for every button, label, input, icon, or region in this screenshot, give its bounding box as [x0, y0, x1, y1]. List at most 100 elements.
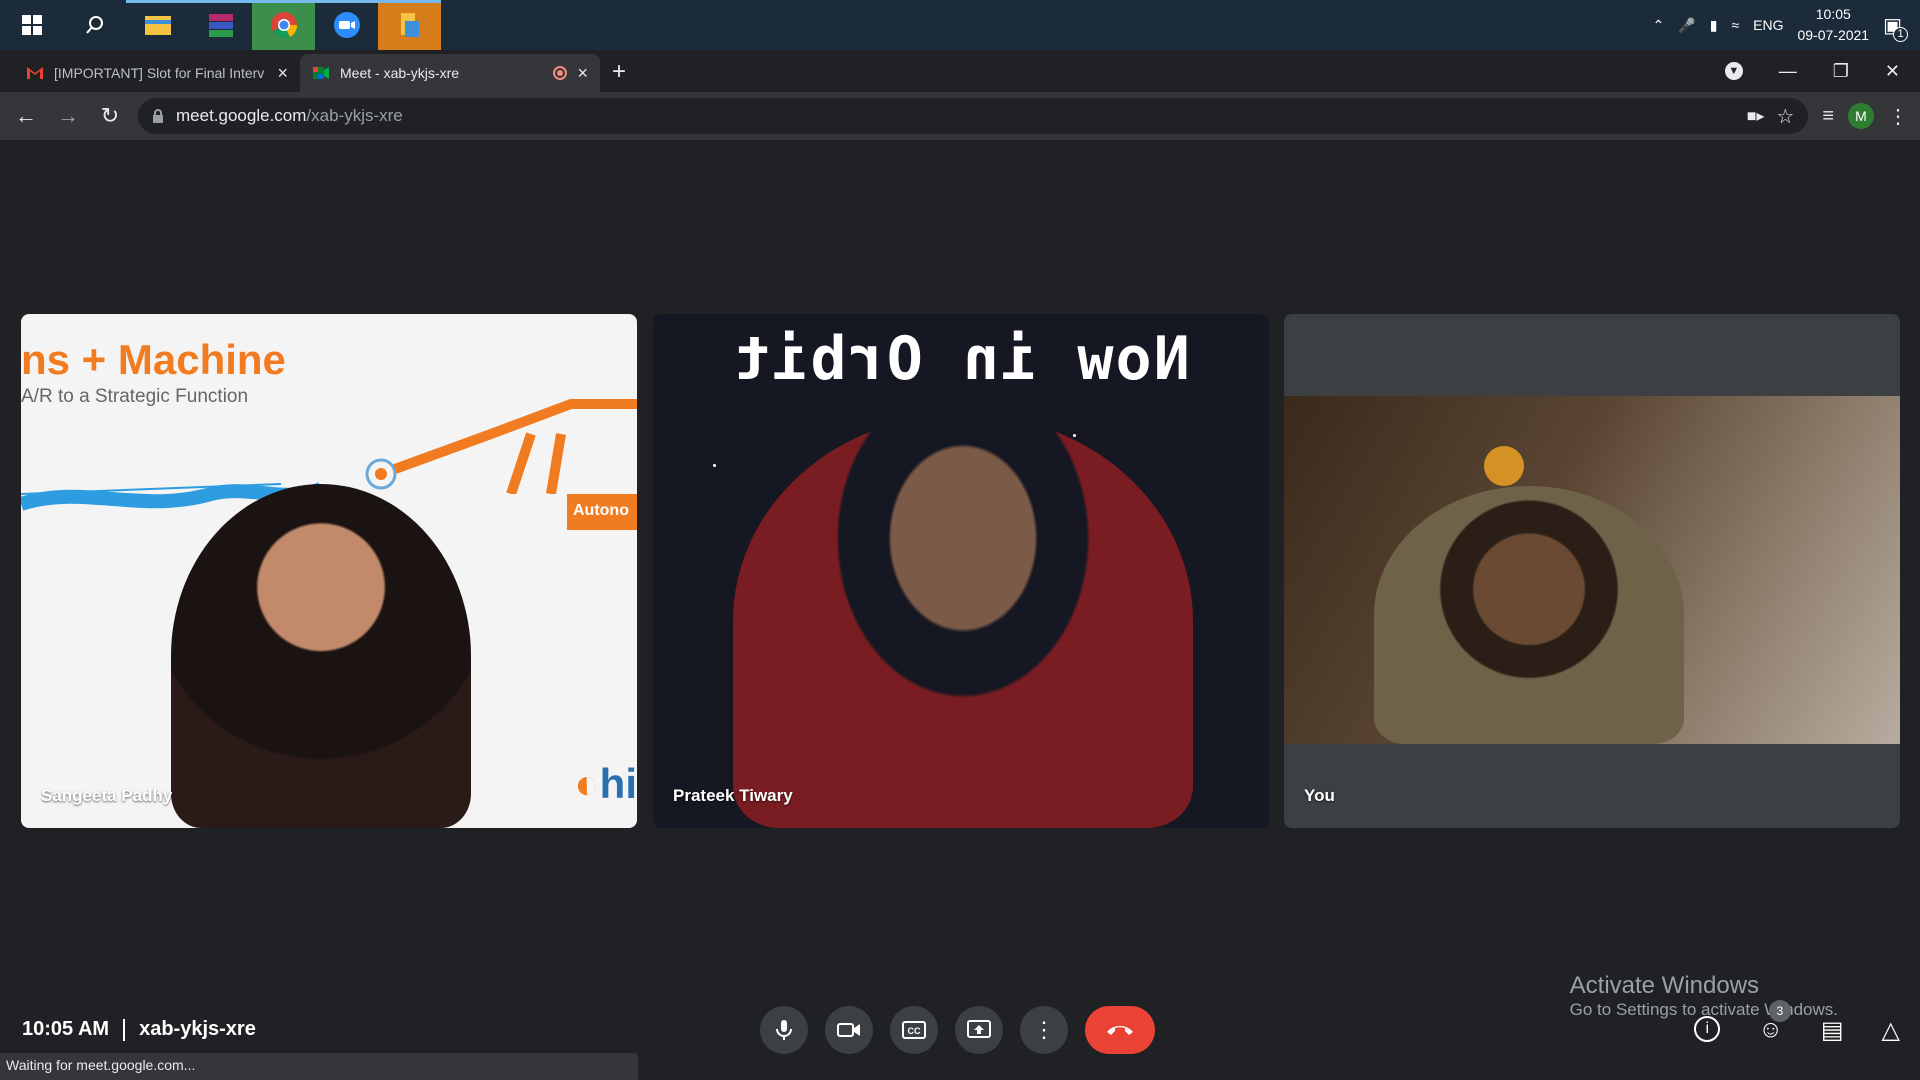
new-tab-button[interactable]: + [612, 58, 626, 86]
pinned-app-button[interactable] [378, 0, 441, 50]
participant-name: Sangeeta Padhy [41, 786, 173, 805]
microphone-icon[interactable]: 🎤 [1678, 17, 1695, 34]
tab-title: [IMPORTANT] Slot for Final Interv [54, 65, 265, 81]
self-video [1284, 396, 1900, 744]
zoom-button[interactable] [315, 0, 378, 50]
microphone-button[interactable] [760, 1006, 808, 1054]
meeting-code: xab-ykjs-xre [139, 1018, 256, 1040]
document-app-icon [400, 13, 419, 37]
file-explorer-button[interactable] [126, 0, 189, 50]
lamp-glow [1484, 446, 1524, 486]
people-count-badge: 3 [1768, 1000, 1791, 1022]
minimize-icon[interactable]: — [1779, 61, 1797, 82]
notification-count: 1 [1893, 26, 1908, 42]
captions-icon: CC [902, 1021, 926, 1039]
gmail-icon [27, 67, 43, 79]
clock-date: 09-07-2021 [1797, 27, 1870, 43]
camera-in-use-icon[interactable]: ■▸ [1747, 106, 1765, 126]
divider [123, 1018, 126, 1041]
participant-video-person [733, 414, 1193, 828]
search-button[interactable] [63, 0, 126, 50]
star [713, 464, 716, 467]
logo-text: hi [599, 760, 637, 807]
participant-name: You [1304, 786, 1335, 805]
start-button[interactable] [0, 0, 63, 50]
lock-icon [153, 109, 163, 123]
recording-indicator-icon [553, 66, 568, 80]
meet-icon [313, 67, 329, 79]
window-controls: ▼ — ❐ ✕ [1724, 50, 1920, 92]
hang-up-icon [1107, 1026, 1133, 1035]
close-tab-icon[interactable]: × [577, 63, 588, 84]
zoom-icon [333, 12, 360, 38]
tab-search-icon[interactable]: ▼ [1724, 62, 1743, 80]
company-logo: ◐hi [574, 760, 637, 807]
close-tab-icon[interactable]: × [277, 63, 288, 84]
participant-tile[interactable]: ns + Machine A/R to a Strategic Function… [21, 314, 637, 828]
reload-icon[interactable]: ↻ [96, 103, 124, 129]
url-bar[interactable]: meet.google.com/xab-ykjs-xre ■▸ ☆ [138, 98, 1809, 134]
microphone-icon [776, 1020, 792, 1040]
search-icon [85, 16, 103, 34]
clock-time: 10:05 [1815, 6, 1851, 22]
leave-call-button[interactable] [1085, 1006, 1155, 1054]
winrar-button[interactable] [189, 0, 252, 50]
more-options-button[interactable]: ⋮ [1020, 1006, 1068, 1054]
windows-icon [21, 15, 42, 35]
browser-tab-bar: [IMPORTANT] Slot for Final Interv × Meet… [0, 50, 1920, 92]
back-arrow-icon[interactable]: ← [12, 103, 40, 129]
chrome-button[interactable] [252, 0, 315, 50]
url-host: meet.google.com [176, 106, 307, 125]
forward-arrow-icon[interactable]: → [54, 103, 82, 129]
call-controls: CC ⋮ [760, 1006, 1155, 1054]
participant-name: Prateek Tiwary [673, 786, 793, 805]
profile-avatar[interactable]: M [1848, 103, 1874, 129]
folder-icon [144, 16, 171, 35]
address-toolbar: ← → ↻ meet.google.com/xab-ykjs-xre ■▸ ☆ … [0, 92, 1920, 140]
meeting-info: 10:05 AM xab-ykjs-xre [22, 1018, 256, 1041]
side-panel-controls: i ☺ 3 ▤ △ [1694, 1000, 1900, 1045]
windows-taskbar: ⌃ 🎤 ▮ ≈ ENG 10:05 09-07-2021 ▣ 1 [0, 0, 1920, 50]
people-icon[interactable]: ☺ 3 [1758, 1000, 1791, 1045]
captions-button[interactable]: CC [890, 1006, 938, 1054]
video-camera-icon [837, 1023, 860, 1037]
restore-icon[interactable]: ❐ [1833, 61, 1849, 82]
svg-text:CC: CC [908, 1026, 921, 1036]
participant-tile-self[interactable]: You [1284, 314, 1900, 828]
battery-icon[interactable]: ▮ [1710, 17, 1718, 34]
meeting-details-icon[interactable]: i [1694, 1016, 1721, 1042]
activities-icon[interactable]: △ [1882, 1016, 1900, 1045]
tab-gmail[interactable]: [IMPORTANT] Slot for Final Interv × [0, 54, 300, 92]
notifications-icon[interactable]: ▣ 1 [1883, 13, 1908, 42]
present-icon [967, 1020, 991, 1038]
winrar-icon [208, 14, 233, 37]
language-indicator[interactable]: ENG [1753, 17, 1783, 33]
close-window-icon[interactable]: ✕ [1885, 61, 1900, 82]
slide-title: ns + Machine [21, 336, 286, 383]
slide-tag: Autono [567, 494, 637, 530]
system-tray: ⌃ 🎤 ▮ ≈ ENG 10:05 09-07-2021 ▣ 1 [1653, 0, 1920, 50]
participant-tile[interactable]: Now in Orbit Prateek Tiwary [653, 314, 1269, 828]
tab-meet[interactable]: Meet - xab-ykjs-xre × [300, 54, 600, 92]
present-screen-button[interactable] [955, 1006, 1003, 1054]
url-path: /xab-ykjs-xre [306, 106, 403, 125]
slide-subtitle: A/R to a Strategic Function [21, 386, 249, 407]
bookmark-star-icon[interactable]: ☆ [1776, 104, 1794, 129]
clock[interactable]: 10:05 09-07-2021 [1797, 4, 1869, 46]
participant-video-person [171, 484, 471, 828]
wifi-icon[interactable]: ≈ [1731, 17, 1739, 33]
participant-video-person [1374, 486, 1684, 744]
meeting-time: 10:05 AM [22, 1018, 110, 1040]
browser-status-bar: Waiting for meet.google.com... [0, 1053, 638, 1080]
more-vert-icon: ⋮ [1033, 1017, 1055, 1042]
media-control-icon[interactable]: ≡ [1822, 105, 1834, 128]
camera-button[interactable] [825, 1006, 873, 1054]
virtual-background-text: Now in Orbit [732, 324, 1190, 394]
star [1073, 434, 1076, 437]
chat-icon[interactable]: ▤ [1821, 1016, 1844, 1045]
robot-hand-graphic [365, 399, 637, 494]
chrome-icon [270, 12, 297, 39]
chrome-menu-icon[interactable]: ⋮ [1888, 104, 1908, 129]
chevron-up-icon[interactable]: ⌃ [1653, 17, 1665, 34]
tab-title: Meet - xab-ykjs-xre [340, 65, 460, 81]
